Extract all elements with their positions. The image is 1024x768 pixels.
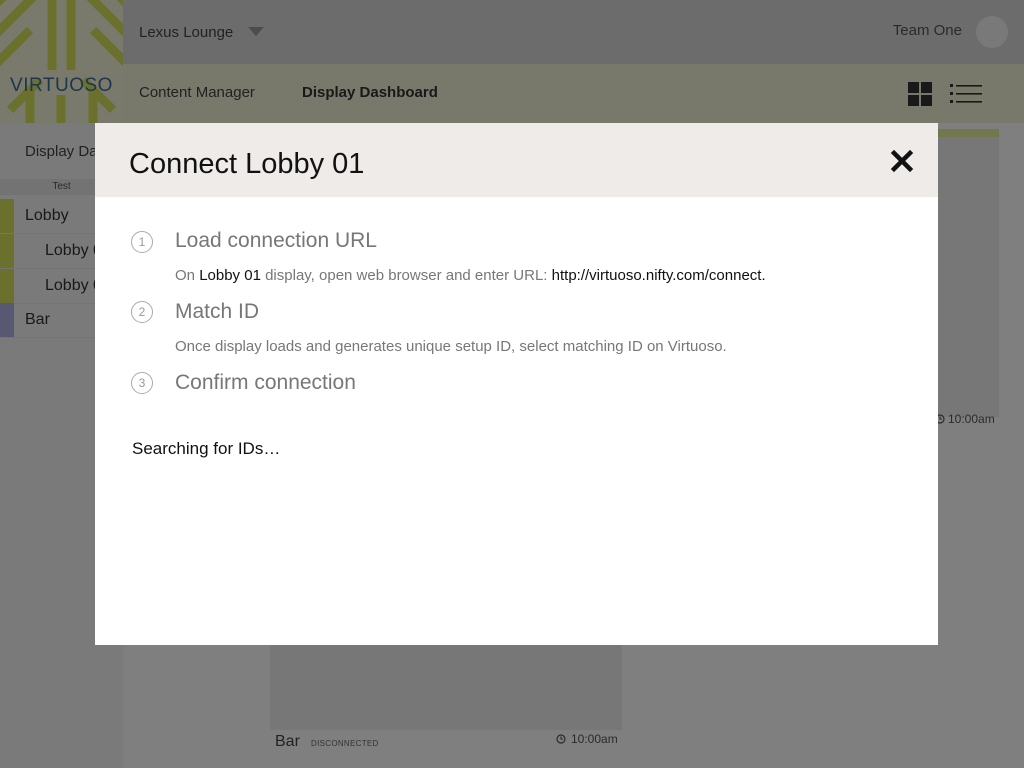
- connection-url: http://virtuoso.nifty.com/connect.: [551, 267, 766, 284]
- step-description: On Lobby 01 display, open web browser an…: [175, 267, 766, 284]
- step-title: Match ID: [175, 300, 260, 323]
- step-title: Confirm connection: [175, 371, 356, 394]
- step-title: Load connection URL: [175, 229, 377, 252]
- step-description-text: display, open web browser and enter URL:: [260, 267, 552, 284]
- app-window: VIRTUOSO Lexus Lounge Team One Content M…: [0, 0, 1024, 768]
- connect-display-dialog: Connect Lobby 01 1 Load connection URL O…: [95, 123, 938, 645]
- search-status: Searching for IDs…: [132, 439, 281, 458]
- display-name: Lobby 01: [199, 267, 261, 284]
- step-number: 3: [131, 372, 153, 394]
- dialog-header: Connect Lobby 01: [95, 123, 938, 197]
- step-number: 2: [131, 301, 153, 323]
- step-description-text: On: [175, 267, 200, 284]
- close-icon[interactable]: [888, 147, 916, 175]
- step-number: 1: [131, 231, 153, 253]
- step-description: Once display loads and generates unique …: [175, 338, 727, 355]
- dialog-title: Connect Lobby 01: [129, 148, 365, 180]
